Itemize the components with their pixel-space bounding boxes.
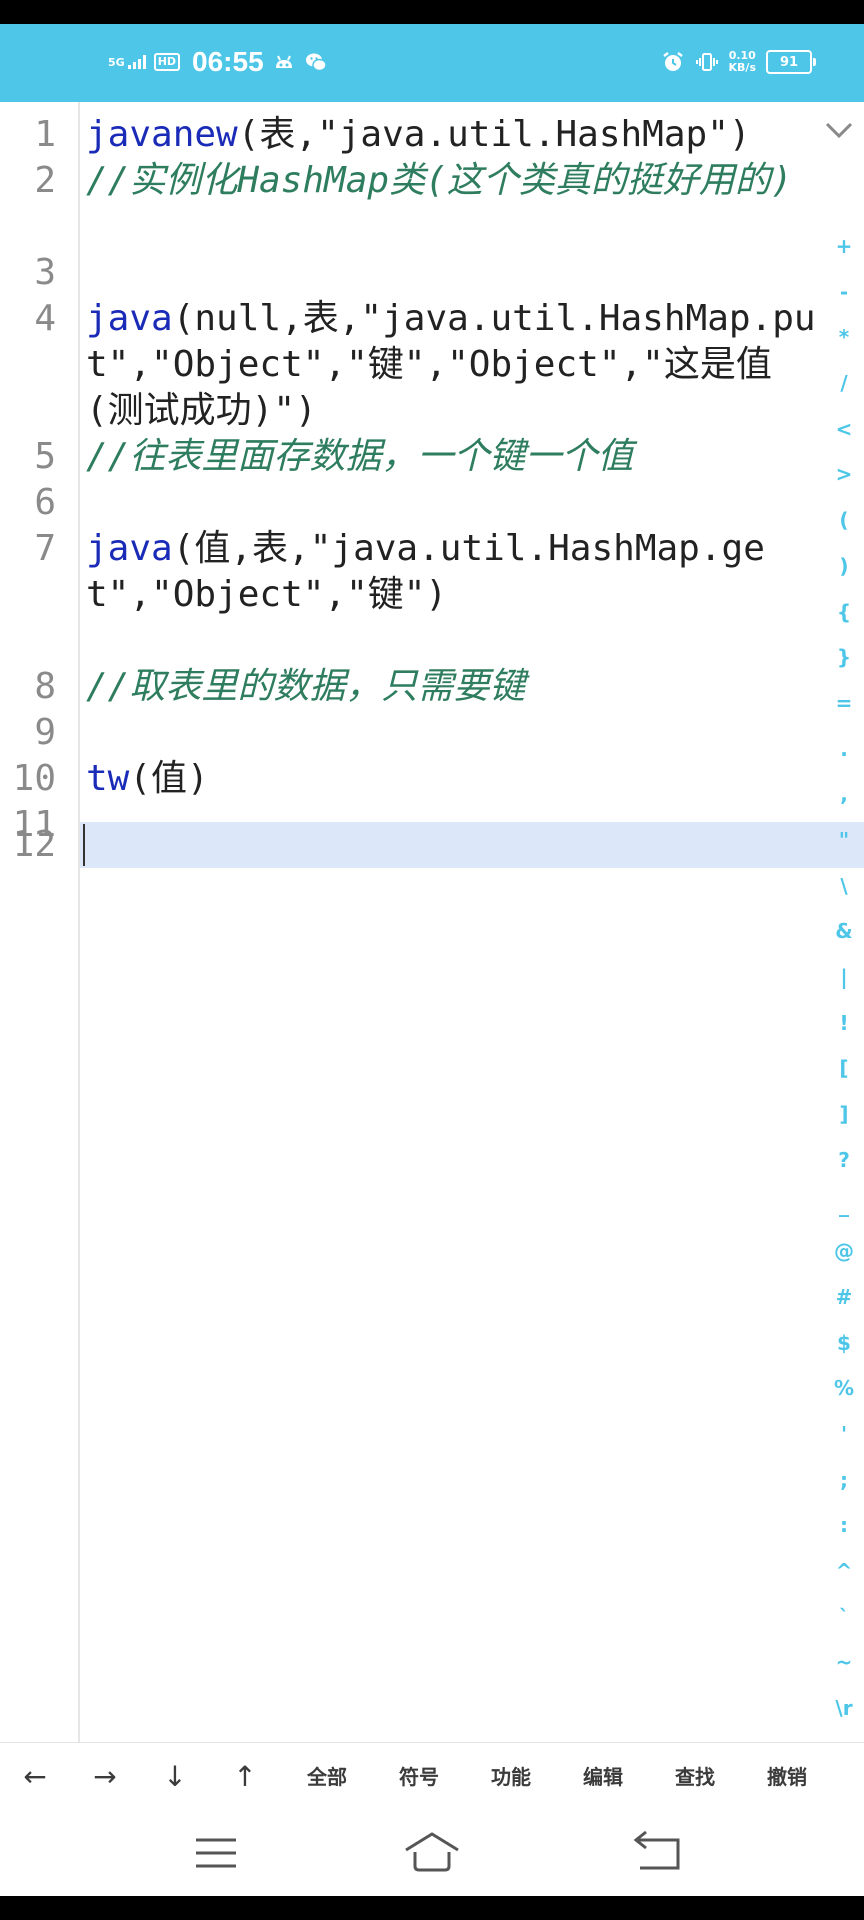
- comment-token: //往表里面存数据，一个键一个值: [86, 436, 634, 477]
- symbol-key[interactable]: >: [824, 452, 864, 498]
- code-token: (值,表,"java.util.HashMap.get","Object","键…: [86, 528, 765, 615]
- status-left: 5G HD 06:55: [108, 44, 328, 80]
- status-bar: 5G HD 06:55 0.10 KB/s 91: [0, 24, 864, 102]
- symbol-key[interactable]: $: [824, 1321, 864, 1367]
- code-text: javanew(表,"java.util.HashMap"): [86, 112, 826, 158]
- symbol-key[interactable]: ,: [824, 772, 864, 818]
- symbol-key[interactable]: \r: [824, 1686, 864, 1732]
- navigation-bar: [0, 1810, 864, 1896]
- symbol-bar: + - * / < >(){} =., " \ & |![]? _ @ # $% ';: ^ ` ~ \r: [824, 224, 864, 1724]
- arrow-down-button[interactable]: ↓: [140, 1743, 210, 1811]
- symbol-key[interactable]: ?: [824, 1138, 864, 1184]
- keyword-token: java: [86, 528, 173, 569]
- symbol-key[interactable]: ": [824, 818, 864, 864]
- symbol-key[interactable]: ': [824, 1412, 864, 1458]
- symbol-key[interactable]: +: [824, 224, 864, 270]
- line-number: 12: [12, 824, 56, 865]
- find-button[interactable]: 查找: [660, 1743, 730, 1811]
- code-token: (值): [129, 758, 209, 799]
- battery-indicator: 91: [766, 50, 816, 74]
- keyword-token: tw: [86, 758, 130, 799]
- edit-button[interactable]: 编辑: [568, 1743, 638, 1811]
- signal-bars-icon: [127, 55, 146, 69]
- status-right: 0.10 KB/s 91: [661, 44, 816, 80]
- keyword-token: java: [86, 298, 173, 339]
- signal-indicator: 5G: [108, 55, 146, 69]
- symbol-key[interactable]: ^: [824, 1549, 864, 1595]
- phone-screen: 5G HD 06:55 0.10 KB/s 91 1 javanew(表,"jav…: [0, 24, 864, 1896]
- symbol-key[interactable]: #: [824, 1275, 864, 1321]
- symbol-key[interactable]: *: [824, 315, 864, 361]
- symbol-key[interactable]: <: [824, 407, 864, 453]
- arrow-left-button[interactable]: ←: [0, 1743, 70, 1811]
- code-text: java(值,表,"java.util.HashMap.get","Object…: [86, 526, 826, 618]
- line-number: 7: [34, 528, 56, 569]
- speed-unit: KB/s: [728, 61, 756, 74]
- symbol-key[interactable]: &: [824, 909, 864, 955]
- code-text: //实例化HashMap类(这个类真的挺好用的): [86, 158, 826, 204]
- functions-button[interactable]: 功能: [476, 1743, 546, 1811]
- symbol-key[interactable]: }: [824, 635, 864, 681]
- line-number: 10: [12, 758, 56, 799]
- vibrate-icon: [695, 53, 718, 71]
- network-type: 5G: [108, 55, 125, 69]
- symbol-key[interactable]: :: [824, 1503, 864, 1549]
- symbol-key[interactable]: _: [824, 1183, 864, 1229]
- symbol-key[interactable]: ): [824, 544, 864, 590]
- symbol-key[interactable]: \: [824, 864, 864, 910]
- gutter-divider: [78, 102, 80, 1742]
- bottom-toolbar: ← → ↓ ↑ 全部 符号 功能 编辑 查找 撤销: [0, 1742, 864, 1811]
- symbols-button[interactable]: 符号: [384, 1743, 454, 1811]
- symbol-key[interactable]: /: [824, 361, 864, 407]
- chevron-down-icon[interactable]: [822, 116, 856, 144]
- current-line-highlight: [80, 822, 864, 868]
- home-icon[interactable]: [402, 1828, 462, 1878]
- line-number: 3: [34, 252, 56, 293]
- code-editor[interactable]: 1 javanew(表,"java.util.HashMap") 2 //实例化Has…: [0, 102, 864, 1742]
- wechat-icon: [305, 53, 327, 72]
- code-text: java(null,表,"java.util.HashMap.put","Obj…: [86, 296, 826, 434]
- symbol-key[interactable]: @: [824, 1229, 864, 1275]
- alarm-icon: [662, 52, 683, 71]
- line-number: 6: [34, 482, 56, 523]
- comment-token: //取表里的数据，只需要键: [86, 666, 526, 707]
- symbol-key[interactable]: ]: [824, 1092, 864, 1138]
- symbol-key[interactable]: -: [824, 270, 864, 316]
- line-number: 2: [34, 160, 56, 201]
- arrow-up-button[interactable]: ↑: [210, 1743, 280, 1811]
- app-notification-icon: [275, 55, 292, 68]
- select-all-button[interactable]: 全部: [292, 1743, 362, 1811]
- code-text: tw(值): [86, 756, 826, 802]
- symbol-key[interactable]: ;: [824, 1458, 864, 1504]
- symbol-key[interactable]: .: [824, 727, 864, 773]
- line-number: 8: [34, 666, 56, 707]
- symbol-key[interactable]: (: [824, 498, 864, 544]
- symbol-key[interactable]: %: [824, 1366, 864, 1412]
- undo-button[interactable]: 撤销: [752, 1743, 822, 1811]
- keyword-token: javanew: [86, 114, 238, 155]
- line-number: 4: [34, 298, 56, 339]
- comment-token: //实例化HashMap类(这个类真的挺好用的): [86, 160, 793, 201]
- line-number: 5: [34, 436, 56, 477]
- line-number: 9: [34, 712, 56, 753]
- symbol-key[interactable]: {: [824, 590, 864, 636]
- symbol-key[interactable]: !: [824, 1001, 864, 1047]
- code-text: //往表里面存数据，一个键一个值: [86, 434, 826, 480]
- symbol-key[interactable]: `: [824, 1595, 864, 1641]
- code-token: (表,"java.util.HashMap"): [237, 114, 751, 155]
- code-token: (null,表,"java.util.HashMap.put","Object"…: [86, 298, 816, 431]
- symbol-key[interactable]: |: [824, 955, 864, 1001]
- hd-badge: HD: [153, 53, 181, 71]
- symbol-key[interactable]: [: [824, 1046, 864, 1092]
- clock: 06:55: [192, 46, 264, 77]
- menu-icon[interactable]: [186, 1828, 246, 1878]
- line-number: 1: [34, 114, 56, 155]
- back-icon[interactable]: [628, 1828, 688, 1878]
- symbol-key[interactable]: ~: [824, 1640, 864, 1686]
- arrow-right-button[interactable]: →: [70, 1743, 140, 1811]
- symbol-key[interactable]: =: [824, 681, 864, 727]
- text-cursor: [83, 824, 85, 866]
- code-text: //取表里的数据，只需要键: [86, 664, 826, 710]
- network-speed: 0.10 KB/s: [729, 50, 756, 74]
